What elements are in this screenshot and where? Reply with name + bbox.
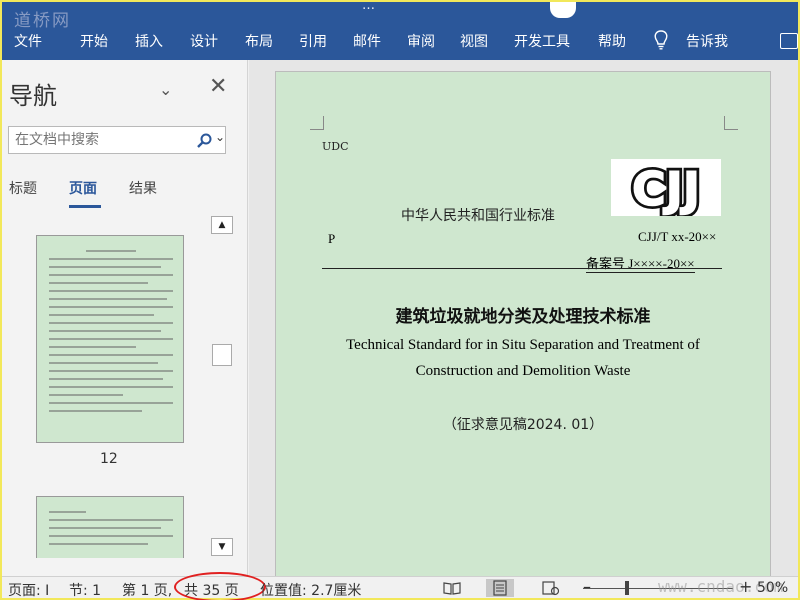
status-page[interactable]: 页面: I	[8, 580, 49, 600]
tab-design[interactable]: 设计	[190, 31, 218, 51]
lightbulb-icon[interactable]	[653, 30, 669, 50]
scrollbar-thumb[interactable]	[212, 344, 232, 366]
margin-corner-mark	[724, 116, 738, 130]
tab-layout[interactable]: 布局	[245, 31, 273, 51]
logo-text-inner: CJJ	[632, 162, 700, 216]
page-thumbnail-13[interactable]	[36, 496, 184, 558]
status-section[interactable]: 节: 1	[69, 580, 101, 600]
print-layout-icon[interactable]	[486, 579, 514, 597]
header-rule	[322, 268, 722, 269]
zoom-level[interactable]: 50%	[757, 580, 788, 596]
draft-version: （征求意见稿2024. 01）	[442, 417, 604, 433]
nav-pane-title: 导航	[9, 82, 57, 110]
navigation-pane: 导航 ⌄ ✕ ⌄ 标题 页面 结果 12 ▲ ▼	[2, 60, 248, 576]
zoom-in-icon[interactable]: +	[739, 577, 752, 596]
status-bar: 页面: I 节: 1 第 1 页, 共 35 页 位置值: 2.7厘米 – ww…	[2, 572, 798, 600]
nav-tabs: 标题 页面 结果	[2, 178, 247, 210]
record-number: 备案号 J××××-20××	[586, 253, 695, 273]
ribbon-tabs: 文件 开始 插入 设计 布局 引用 邮件 审阅 视图 开发工具 帮助 告诉我	[2, 28, 798, 54]
tab-mailings[interactable]: 邮件	[353, 31, 381, 51]
margin-corner-mark	[310, 116, 324, 130]
scroll-up-icon[interactable]: ▲	[211, 216, 233, 234]
scroll-down-icon[interactable]: ▼	[211, 538, 233, 556]
tell-me-search[interactable]: 告诉我	[686, 31, 728, 51]
ribbon: 道桥网 … 文件 开始 插入 设计 布局 引用 邮件 审阅 视图 开发工具 帮助…	[2, 0, 798, 60]
tab-references[interactable]: 引用	[299, 31, 327, 51]
chevron-down-icon[interactable]: ⌄	[159, 80, 172, 99]
account-icon[interactable]	[550, 2, 576, 18]
comments-icon[interactable]	[780, 33, 798, 49]
cjj-logo: CJJ CJJ	[611, 159, 721, 216]
zoom-out-icon[interactable]: –	[583, 577, 591, 596]
tab-view[interactable]: 视图	[460, 31, 488, 51]
window-title: …	[362, 0, 375, 13]
classification-letter: P	[328, 231, 336, 246]
tab-developer[interactable]: 开发工具	[514, 31, 570, 51]
tab-review[interactable]: 审阅	[407, 31, 435, 51]
nav-search-box: ⌄	[8, 126, 226, 154]
thumbnail-page-number: 12	[100, 451, 118, 467]
tab-insert[interactable]: 插入	[135, 31, 163, 51]
nav-search-input[interactable]	[15, 131, 185, 149]
search-icon[interactable]	[195, 132, 213, 150]
thumbnail-text-lines	[49, 250, 173, 432]
document-canvas[interactable]: UDC CJJ CJJ 中华人民共和国行业标准 P CJJ/T xx-20×× …	[249, 60, 798, 591]
document-title-cn: 建筑垃圾就地分类及处理技术标准	[395, 307, 651, 327]
document-title-en-line1: Technical Standard for in Situ Separatio…	[346, 337, 700, 353]
document-title-en-line2: Construction and Demolition Waste	[415, 363, 631, 379]
nav-scrollbar[interactable]: ▲ ▼	[211, 216, 233, 558]
standard-code: CJJ/T xx-20××	[638, 229, 717, 244]
tab-help[interactable]: 帮助	[598, 31, 626, 51]
title-bar: 道桥网 …	[2, 0, 798, 31]
zoom-slider-thumb[interactable]	[625, 581, 629, 595]
standard-category: 中华人民共和国行业标准	[401, 208, 555, 224]
search-options-chevron-icon[interactable]: ⌄	[215, 130, 225, 144]
tab-home[interactable]: 开始	[80, 31, 108, 51]
page-thumbnail-12[interactable]	[36, 235, 184, 443]
status-position[interactable]: 位置值: 2.7厘米	[260, 580, 361, 600]
tab-pages[interactable]: 页面	[69, 178, 97, 198]
tab-file[interactable]: 文件	[14, 31, 42, 51]
tab-headings[interactable]: 标题	[9, 178, 37, 198]
document-page[interactable]: UDC CJJ CJJ 中华人民共和国行业标准 P CJJ/T xx-20×× …	[275, 71, 771, 591]
web-layout-icon[interactable]	[536, 579, 564, 597]
tab-results[interactable]: 结果	[129, 178, 157, 198]
thumbnail-text-lines	[49, 511, 173, 548]
udc-label: UDC	[322, 140, 349, 153]
annotation-oval	[174, 572, 266, 600]
status-page-of[interactable]: 第 1 页,	[122, 580, 172, 600]
read-mode-icon[interactable]	[438, 579, 466, 597]
active-tab-indicator	[69, 205, 101, 208]
close-icon[interactable]: ✕	[209, 74, 227, 99]
